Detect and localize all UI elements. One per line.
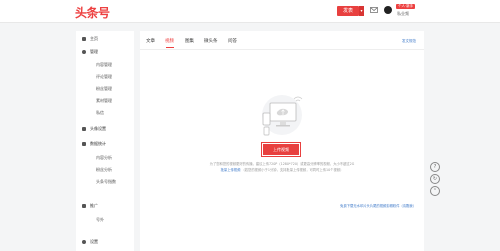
sidebar-item-label: 推广 <box>90 203 98 208</box>
active-tab-indicator <box>166 47 174 48</box>
floating-toolbar: ? ↻ ⌃ <box>428 160 440 200</box>
sidebar-item-comment-manage[interactable]: 评论管理 <box>96 73 112 81</box>
sidebar-item-manage[interactable]: 管理 <box>76 47 134 57</box>
chevron-down-icon[interactable]: ▾ <box>359 6 364 16</box>
megaphone-icon <box>82 204 86 208</box>
help-icon[interactable]: ? <box>430 162 440 172</box>
sidebar-item-content-analysis[interactable]: 内容分析 <box>96 154 112 162</box>
feedback-icon[interactable]: ↻ <box>430 174 440 184</box>
sidebar-item-promote[interactable]: 推广 <box>76 201 134 211</box>
sidebar-item-label: 头像设置 <box>90 126 106 131</box>
username[interactable]: 私业频 <box>397 11 409 17</box>
upload-hint-text: （若您的视频小于1分钟，支持批量上传视频，可同时上传10个视频） <box>241 168 344 172</box>
sidebar-item-settings[interactable]: 设置 <box>76 237 134 247</box>
tab-bar: 文章 视频 图集 微头条 问答 发文规范 <box>140 31 424 50</box>
sidebar-item-stats[interactable]: 数据统计 <box>76 139 134 149</box>
sidebar-item-fans-manage[interactable]: 粉丝管理 <box>96 85 112 93</box>
upload-video-button[interactable]: 上传视频 <box>261 142 301 157</box>
mail-icon[interactable] <box>370 7 378 13</box>
home-icon <box>82 37 86 41</box>
publish-label: 发表 <box>342 8 353 14</box>
chart-icon <box>82 142 86 146</box>
sidebar-item-label: 设置 <box>90 239 98 244</box>
sidebar-item-avatar-settings[interactable]: 头像设置 <box>76 124 134 134</box>
batch-upload-link[interactable]: 批量上传视频 <box>221 168 241 172</box>
sidebar-item-content-manage[interactable]: 内容管理 <box>96 61 112 69</box>
upload-hint-line2: 批量上传视频 （若您的视频小于1分钟，支持批量上传视频，可同时上传10个视频） <box>180 168 384 173</box>
tab-micro[interactable]: 微头条 <box>204 38 218 44</box>
app-logo[interactable]: 头条号 <box>75 4 110 21</box>
back-to-top-icon[interactable]: ⌃ <box>430 186 440 196</box>
sidebar-item-label: 主页 <box>90 36 98 41</box>
sidebar-item-label: 数据统计 <box>90 141 106 146</box>
sidebar-item-material-manage[interactable]: 素材管理 <box>96 97 112 105</box>
publish-rules-link[interactable]: 发文规范 <box>402 39 416 44</box>
tab-video[interactable]: 视频 <box>165 38 174 44</box>
tab-qa[interactable]: 问答 <box>228 38 237 44</box>
gear-icon <box>82 50 86 54</box>
avatar[interactable] <box>384 6 392 14</box>
sidebar-item-fans-analysis[interactable]: 粉丝分析 <box>96 166 112 174</box>
sidebar-item-label: 管理 <box>90 49 98 54</box>
sidebar-item-messages[interactable]: 私信 <box>96 109 104 117</box>
user-icon <box>82 127 86 131</box>
cert-badge: 个人·新手 <box>396 4 416 9</box>
sidebar-item-extra[interactable]: 号外 <box>96 216 104 224</box>
tab-article[interactable]: 文章 <box>146 38 155 44</box>
top-bar: 头条号 发表 ▾ 个人·新手 私业频 <box>0 0 500 23</box>
sidebar-item-home[interactable]: 主页 <box>76 34 134 44</box>
upload-hint-line1: 为了您和您的视频更好的传播，建议上传720P（1280*720）或更高分辨率的视… <box>209 162 355 166</box>
settings-icon <box>82 240 86 244</box>
publish-button[interactable]: 发表 ▾ <box>337 6 364 16</box>
sidebar-item-index[interactable]: 头条号指数 <box>96 178 116 186</box>
main-panel: 文章 视频 图集 微头条 问答 发文规范 上传视频 为了您和您的视频更好的传播，… <box>140 31 424 251</box>
upload-illustration-icon <box>262 95 303 136</box>
tab-gallery[interactable]: 图集 <box>185 38 194 44</box>
sidebar: 主页 管理 内容管理 评论管理 粉丝管理 素材管理 私信 头像设置 数据统计 内… <box>76 31 134 251</box>
editor-download-link[interactable]: 免费下载无水印片头片尾的视频剪辑软件（请戳我） <box>340 203 416 208</box>
